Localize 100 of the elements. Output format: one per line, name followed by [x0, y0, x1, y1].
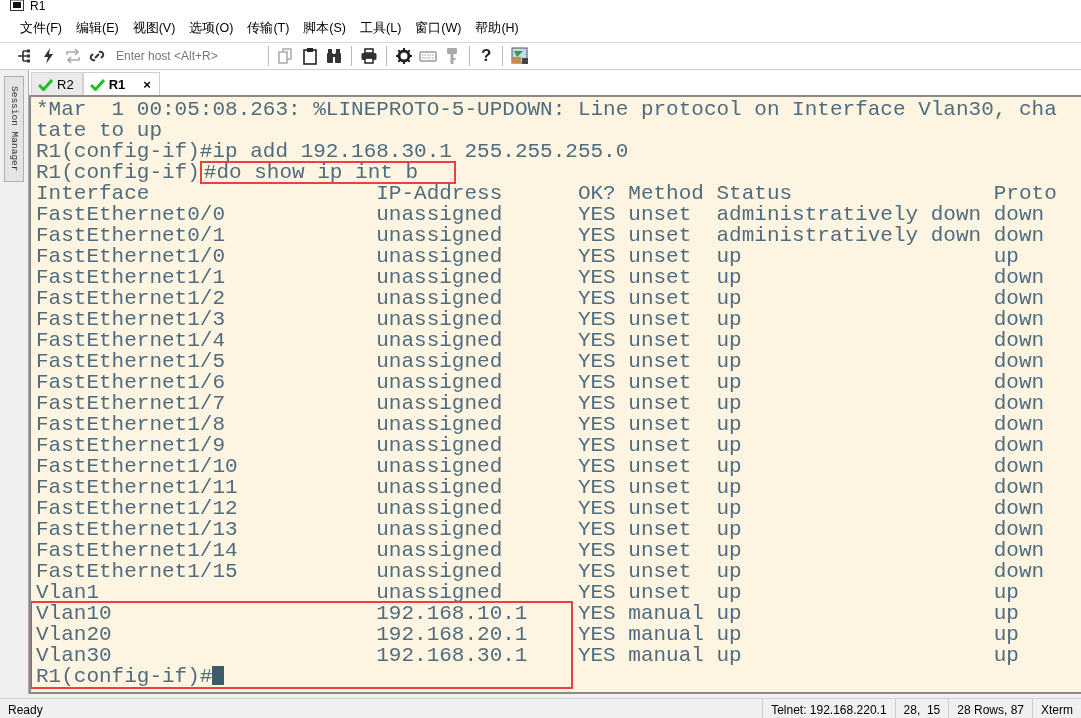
- menu-item[interactable]: 视图(V): [126, 19, 184, 37]
- help-button[interactable]: ?: [478, 46, 495, 66]
- menu-item[interactable]: 窗口(W): [409, 19, 470, 37]
- table-cell-text: up: [716, 519, 743, 540]
- terminal-line: *Mar 1 00:05:08.263: %LINEPROTO-5-UPDOWN: Line protocol on Interface Vlan30, cha: [36, 99, 1058, 120]
- table-cell-text: YES: [577, 435, 617, 456]
- table-cell-text: down: [993, 414, 1046, 435]
- menu-item[interactable]: 脚本(S): [297, 19, 354, 37]
- table-cell-text: up: [716, 603, 743, 624]
- table-cell-text: up: [716, 309, 743, 330]
- table-cell-text: up: [993, 246, 1020, 267]
- table-cell-text: unset: [628, 435, 693, 456]
- table-cell-text: YES: [577, 582, 617, 603]
- table-cell-text: down: [993, 288, 1046, 309]
- table-cell-text: FastEthernet1/1: [36, 267, 227, 288]
- table-cell-text: FastEthernet1/11: [36, 477, 239, 498]
- table-cell-text: unset: [628, 351, 693, 372]
- table-cell-text: unset: [628, 456, 693, 477]
- status-field: 28 Rows, 87: [948, 699, 1032, 718]
- table-cell-text: FastEthernet1/4: [36, 330, 227, 351]
- table-cell-text: FastEthernet1/9: [36, 435, 227, 456]
- table-cell-text: YES: [577, 414, 617, 435]
- table-cell-text: down: [993, 519, 1046, 540]
- settings-icon[interactable]: [395, 47, 413, 65]
- table-cell-text: unset: [628, 309, 693, 330]
- table-cell-text: up: [993, 582, 1020, 603]
- table-cell-text: up: [716, 267, 743, 288]
- table-cell-text: unassigned: [376, 561, 504, 582]
- menu-item[interactable]: 编辑(E): [69, 19, 127, 37]
- table-cell-text: YES: [577, 456, 617, 477]
- table-cell-text: up: [716, 498, 743, 519]
- table-cell-text: unassigned: [376, 435, 504, 456]
- table-cell-text: down: [993, 309, 1046, 330]
- table-cell-text: YES: [577, 330, 617, 351]
- image-lock-icon[interactable]: [511, 47, 530, 65]
- table-cell-text: unset: [628, 330, 693, 351]
- tab-label: R1: [108, 76, 126, 92]
- menu-item[interactable]: 帮助(H): [469, 19, 527, 37]
- table-cell-text: unassigned: [376, 330, 504, 351]
- session-tab[interactable]: R1 ×: [82, 72, 160, 95]
- table-cell-text: FastEthernet0/1: [36, 225, 227, 246]
- session-tab[interactable]: R2: [31, 72, 83, 95]
- table-cell-text: up: [716, 372, 743, 393]
- host-field[interactable]: Enter host <Alt+R>: [112, 49, 260, 63]
- close-icon[interactable]: ×: [143, 76, 151, 92]
- binoculars-icon[interactable]: [325, 47, 343, 65]
- table-cell-text: YES: [577, 309, 617, 330]
- table-cell-text: up: [716, 246, 743, 267]
- table-cell-text: up: [716, 330, 743, 351]
- session-manager-tab[interactable]: Session Manager: [4, 76, 24, 182]
- table-cell-text: unassigned: [376, 540, 504, 561]
- table-cell-text: YES: [577, 519, 617, 540]
- table-cell-text: unassigned: [376, 456, 504, 477]
- table-cell-text: down: [993, 351, 1046, 372]
- table-cell-text: administratively down: [716, 225, 983, 246]
- menu-item[interactable]: 传输(T): [241, 19, 298, 37]
- table-cell-text: up: [716, 288, 743, 309]
- tab-label: R2: [57, 76, 74, 92]
- table-cell-text: unassigned: [376, 477, 504, 498]
- table-cell-text: unset: [628, 519, 693, 540]
- column-header: IP-Address: [376, 183, 504, 204]
- status-field: 28, 15: [894, 699, 949, 718]
- table-cell-text: Vlan1: [36, 582, 100, 603]
- table-cell-text: manual: [628, 603, 705, 624]
- printer-icon[interactable]: [360, 47, 378, 65]
- table-cell-text: FastEthernet1/2: [36, 288, 227, 309]
- table-cell-text: YES: [577, 267, 617, 288]
- table-cell-text: unassigned: [376, 246, 504, 267]
- table-cell-text: FastEthernet1/7: [36, 393, 227, 414]
- table-cell-text: manual: [628, 624, 705, 645]
- table-cell-text: unset: [628, 246, 693, 267]
- table-cell-text: YES: [577, 561, 617, 582]
- status-field: Xterm: [1032, 699, 1081, 718]
- table-cell-text: up: [993, 624, 1020, 645]
- table-cell-text: YES: [577, 645, 617, 666]
- table-cell-text: manual: [628, 645, 705, 666]
- status-text: Ready: [7, 703, 44, 717]
- table-cell-text: YES: [577, 372, 617, 393]
- table-cell-text: unassigned: [376, 582, 504, 603]
- table-cell-text: YES: [577, 204, 617, 225]
- table-cell-text: YES: [577, 246, 617, 267]
- table-cell-text: unset: [628, 225, 693, 246]
- table-cell-text: up: [993, 603, 1020, 624]
- table-cell-text: unassigned: [376, 225, 504, 246]
- table-cell-text: up: [993, 645, 1020, 666]
- table-cell-text: YES: [577, 603, 617, 624]
- table-cell-text: FastEthernet1/14: [36, 540, 239, 561]
- column-header: Method: [628, 183, 705, 204]
- table-cell-text: FastEthernet1/6: [36, 372, 227, 393]
- table-cell-text: FastEthernet1/3: [36, 309, 227, 330]
- table-cell-text: FastEthernet1/12: [36, 498, 239, 519]
- table-cell-text: YES: [577, 477, 617, 498]
- clipboard-icon[interactable]: [301, 47, 319, 65]
- menu-item[interactable]: 选项(O): [183, 19, 242, 37]
- column-header: Interface: [36, 183, 151, 204]
- table-cell-text: unassigned: [376, 519, 504, 540]
- menu-item[interactable]: 工具(L): [354, 19, 410, 37]
- menu-item[interactable]: 文件(F): [14, 19, 70, 37]
- terminal[interactable]: [29, 95, 1081, 694]
- table-cell-text: FastEthernet1/8: [36, 414, 227, 435]
